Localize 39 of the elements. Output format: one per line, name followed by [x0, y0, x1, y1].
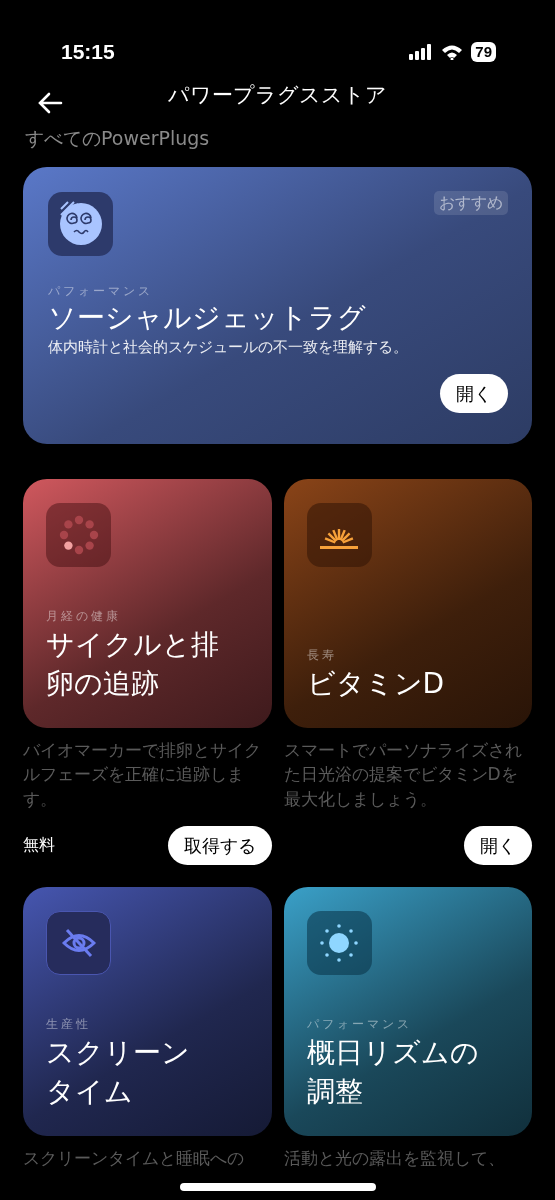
- plug-title: スクリーン: [46, 1035, 190, 1072]
- open-button[interactable]: 開く: [464, 825, 532, 865]
- category-label: 生産性: [46, 1016, 92, 1034]
- plug-description: スマートでパーソナライズされた日光浴の提案でビタミンDを最大化しましょう。: [283, 738, 523, 811]
- open-button[interactable]: 開く: [440, 374, 508, 414]
- plug-title: サイクルと排: [46, 627, 219, 664]
- plug-card[interactable]: 長寿 ビタミンD: [283, 478, 532, 728]
- eye-off-icon: [61, 927, 96, 958]
- wifi-icon: [441, 44, 464, 60]
- plug-card[interactable]: パフォーマンス 概日リズムの 調整: [283, 886, 532, 1136]
- dizzy-face-icon: [57, 200, 104, 247]
- plug-description: バイオマーカーで排卵とサイクルフェーズを正確に追跡します。: [23, 738, 262, 811]
- section-title: すべてのPowerPlugs: [25, 126, 211, 151]
- sun-icon: [319, 922, 359, 963]
- plug-card[interactable]: 月経の健康 サイクルと排 卵の追跡: [23, 478, 272, 728]
- category-label: パフォーマンス: [306, 1016, 413, 1034]
- plug-title: ソーシャルジェットラグ: [48, 299, 367, 336]
- plug-title: ビタミンD: [306, 666, 445, 703]
- signal-icon: [409, 44, 434, 60]
- price-label: 無料: [23, 834, 55, 856]
- plug-title: 概日リズムの: [306, 1035, 479, 1072]
- page-title: パワープラグスストア: [168, 82, 387, 109]
- plug-description: 活動と光の露出を監視して、: [283, 1146, 506, 1170]
- plug-title: 卵の追跡: [46, 666, 159, 703]
- back-arrow-icon: [37, 91, 63, 114]
- status-time: 15:15: [61, 39, 115, 66]
- category-label: パフォーマンス: [48, 282, 154, 300]
- get-button[interactable]: 取得する: [167, 825, 272, 865]
- featured-card[interactable]: おすすめ パフォーマンス ソーシャルジェットラグ 体内時計と社会的スケジュールの不一致を理解する。 開く: [23, 166, 532, 444]
- category-label: 長寿: [306, 647, 338, 665]
- recommended-badge: おすすめ: [434, 190, 508, 215]
- plug-title: タイム: [46, 1074, 133, 1111]
- plug-description: 体内時計と社会的スケジュールの不一致を理解する。: [48, 336, 409, 358]
- plug-title: 調整: [306, 1074, 363, 1111]
- plug-description: スクリーンタイムと睡眠への: [23, 1146, 245, 1170]
- category-label: 月経の健康: [46, 608, 122, 626]
- battery-indicator: 79: [471, 42, 496, 62]
- plug-card[interactable]: 生産性 スクリーン タイム: [23, 886, 272, 1136]
- back-button[interactable]: [37, 90, 63, 114]
